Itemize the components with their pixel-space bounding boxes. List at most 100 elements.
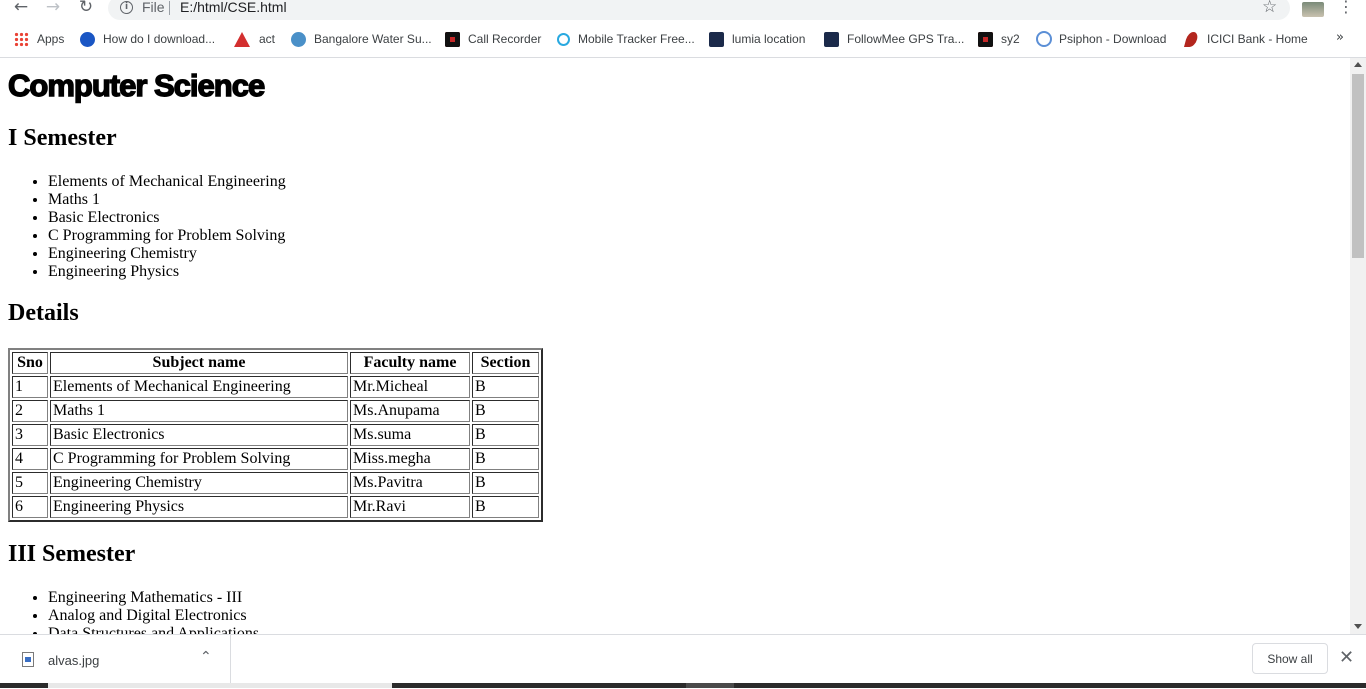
url-scheme: File	[142, 0, 165, 15]
bookmark-label: sy2	[1001, 32, 1020, 46]
cell-sno: 4	[12, 448, 48, 470]
cell-faculty: Miss.megha	[350, 448, 470, 470]
cell-sno: 3	[12, 424, 48, 446]
list-item: Engineering Chemistry	[48, 245, 286, 263]
mobile-tracker-icon	[557, 32, 570, 46]
bookmark-help[interactable]: How do I download...	[80, 28, 215, 50]
taskbar-segment	[686, 683, 734, 688]
close-icon[interactable]: ✕	[1339, 647, 1354, 668]
cell-subject: Basic Electronics	[50, 424, 348, 446]
download-shelf: alvas.jpg ⌃ Show all ✕	[0, 634, 1366, 689]
forward-arrow-icon[interactable]: →	[43, 0, 63, 16]
psiphon-icon	[1036, 31, 1052, 47]
act-logo-icon	[234, 31, 250, 47]
address-bar[interactable]: i File E:/html/CSE.html ☆	[108, 0, 1290, 20]
bookmark-label: Psiphon - Download	[1059, 32, 1167, 46]
sem3-subject-list: Engineering Mathematics - III Analog and…	[8, 589, 259, 634]
column-header-subject: Subject name	[50, 352, 348, 374]
bookmark-label: Apps	[37, 32, 65, 46]
chevron-up-icon[interactable]: ⌃	[200, 649, 212, 665]
bookmark-label: Call Recorder	[468, 32, 542, 46]
list-item: Data Structures and Applications	[48, 625, 259, 634]
table-row: 3 Basic Electronics Ms.suma B	[12, 424, 539, 446]
bookmark-label: act	[259, 32, 276, 46]
bookmark-apps[interactable]: Apps	[14, 28, 64, 50]
table-row: 6 Engineering Physics Mr.Ravi B	[12, 496, 539, 518]
list-item: Analog and Digital Electronics	[48, 607, 259, 625]
bookmark-label: Bangalore Water Su...	[314, 32, 432, 46]
bookmark-icici[interactable]: ICICI Bank - Home	[1183, 28, 1308, 50]
cell-section: B	[472, 448, 539, 470]
bookmark-call-recorder[interactable]: Call Recorder	[445, 28, 541, 50]
url-text[interactable]: E:/html/CSE.html	[180, 0, 287, 15]
list-item: Basic Electronics	[48, 209, 286, 227]
list-item: C Programming for Problem Solving	[48, 227, 286, 245]
taskbar-strip	[0, 683, 1366, 688]
sy2-icon	[978, 31, 993, 47]
sem1-heading: I Semester	[8, 125, 117, 151]
reload-icon[interactable]: ↻	[76, 0, 96, 16]
column-header-sno: Sno	[12, 352, 48, 374]
followmee-icon	[824, 31, 839, 47]
download-file-name[interactable]: alvas.jpg	[48, 653, 99, 668]
bookmark-sy2[interactable]: sy2	[978, 28, 1020, 50]
column-header-section: Section	[472, 352, 539, 374]
column-header-faculty: Faculty name	[350, 352, 470, 374]
table-row: 2 Maths 1 Ms.Anupama B	[12, 400, 539, 422]
vertical-scrollbar[interactable]	[1350, 58, 1366, 634]
cell-subject: Maths 1	[50, 400, 348, 422]
call-recorder-icon	[445, 31, 460, 47]
bookmark-bangalore-water[interactable]: Bangalore Water Su...	[291, 28, 432, 50]
cell-section: B	[472, 472, 539, 494]
cell-sno: 6	[12, 496, 48, 518]
scroll-down-arrow-icon[interactable]	[1354, 624, 1362, 629]
cell-sno: 5	[12, 472, 48, 494]
table-row: 4 C Programming for Problem Solving Miss…	[12, 448, 539, 470]
site-info-icon[interactable]: i	[120, 1, 133, 14]
image-file-icon	[22, 652, 34, 667]
bookmarks-bar: Apps How do I download... act Bangalore …	[0, 28, 1366, 50]
details-table: Sno Subject name Faculty name Section 1 …	[8, 348, 543, 522]
lumia-location-icon	[709, 31, 724, 47]
details-heading: Details	[8, 300, 79, 326]
cell-faculty: Mr.Ravi	[350, 496, 470, 518]
show-all-button[interactable]: Show all	[1252, 643, 1328, 674]
cell-subject: Engineering Physics	[50, 496, 348, 518]
bookmark-label: lumia location	[732, 32, 806, 46]
cell-faculty: Ms.suma	[350, 424, 470, 446]
scrollbar-thumb[interactable]	[1352, 74, 1364, 258]
table-row: 1 Elements of Mechanical Engineering Mr.…	[12, 376, 539, 398]
taskbar-active-segment	[48, 683, 392, 688]
bookmarks-overflow-icon[interactable]: »	[1336, 30, 1344, 45]
bookmark-star-icon[interactable]: ☆	[1262, 0, 1277, 17]
bookmark-label: How do I download...	[103, 32, 216, 46]
bookmark-psiphon[interactable]: Psiphon - Download	[1036, 28, 1166, 50]
browser-toolbar: ← → ↻ i File E:/html/CSE.html ☆ ⋮	[0, 0, 1366, 20]
page-content: Computer Science I Semester Elements of …	[0, 58, 1350, 634]
bookmark-label: Mobile Tracker Free...	[578, 32, 695, 46]
help-icon	[80, 31, 95, 47]
back-arrow-icon[interactable]: ←	[11, 0, 31, 16]
download-item[interactable]: alvas.jpg ⌃	[0, 635, 231, 684]
bookmark-act[interactable]: act	[234, 28, 275, 50]
page-title: Computer Science	[7, 67, 266, 103]
sem1-subject-list: Elements of Mechanical Engineering Maths…	[8, 173, 286, 281]
scroll-up-arrow-icon[interactable]	[1354, 62, 1362, 67]
cell-subject: Elements of Mechanical Engineering	[50, 376, 348, 398]
bookmark-label: FollowMee GPS Tra...	[847, 32, 965, 46]
list-item: Engineering Mathematics - III	[48, 589, 259, 607]
bookmark-mobile-tracker[interactable]: Mobile Tracker Free...	[555, 28, 695, 50]
cell-section: B	[472, 496, 539, 518]
cell-sno: 1	[12, 376, 48, 398]
table-header-row: Sno Subject name Faculty name Section	[12, 352, 539, 374]
icici-icon	[1183, 31, 1200, 47]
cell-faculty: Mr.Micheal	[350, 376, 470, 398]
url-separator	[169, 1, 170, 15]
cell-section: B	[472, 400, 539, 422]
list-item: Engineering Physics	[48, 263, 286, 281]
profile-avatar[interactable]	[1302, 2, 1324, 17]
bookmark-followmee[interactable]: FollowMee GPS Tra...	[824, 28, 964, 50]
bookmark-label: ICICI Bank - Home	[1207, 32, 1308, 46]
browser-menu-icon[interactable]: ⋮	[1338, 0, 1354, 15]
bookmark-lumia-location[interactable]: lumia location	[709, 28, 805, 50]
